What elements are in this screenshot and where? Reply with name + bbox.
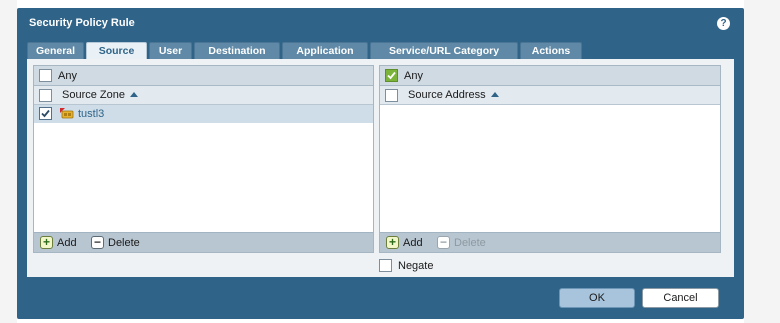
page-background-left <box>0 0 17 323</box>
tab-user[interactable]: User <box>149 42 192 59</box>
source-zone-value: tustl3 <box>78 108 105 120</box>
add-label: Add <box>403 237 423 249</box>
tab-actions[interactable]: Actions <box>520 42 582 59</box>
security-policy-rule-dialog: Security Policy Rule ? General Source Us… <box>17 8 744 319</box>
source-zone-header-row: Source Zone <box>34 86 373 105</box>
add-label: Add <box>57 237 77 249</box>
source-address-column-header[interactable]: Source Address <box>408 89 499 101</box>
tab-general[interactable]: General <box>27 42 84 59</box>
source-zone-any-row: Any <box>34 66 373 86</box>
delete-icon: − <box>91 236 104 249</box>
table-row[interactable]: tustl3 <box>34 105 373 123</box>
source-zone-panel: Any Source Zone tustl3 + Add − Delete <box>33 65 374 253</box>
delete-icon: − <box>437 236 450 249</box>
sort-ascending-icon <box>490 92 499 97</box>
sort-ascending-icon <box>129 92 138 97</box>
tab-content-source: Any Source Zone tustl3 + Add − Delete An… <box>27 59 734 277</box>
checkmark-icon <box>387 71 396 80</box>
source-zone-column-header[interactable]: Source Zone <box>62 89 138 101</box>
source-address-any-row: Any <box>380 66 720 86</box>
source-zone-toolbar: + Add − Delete <box>34 232 373 252</box>
delete-label: Delete <box>454 237 486 249</box>
source-zone-any-checkbox[interactable] <box>39 69 52 82</box>
dialog-title: Security Policy Rule <box>29 17 135 29</box>
delete-label: Delete <box>108 237 140 249</box>
page-background-right <box>744 0 780 323</box>
source-address-column-header-text: Source Address <box>408 89 486 101</box>
negate-label: Negate <box>398 260 434 272</box>
zone-icon <box>60 108 74 119</box>
tab-source[interactable]: Source <box>86 42 147 60</box>
source-address-select-all-checkbox[interactable] <box>385 89 398 102</box>
tab-destination[interactable]: Destination <box>194 42 280 59</box>
source-address-any-label: Any <box>404 70 423 82</box>
source-zone-column-header-text: Source Zone <box>62 89 125 101</box>
add-icon: + <box>40 236 53 249</box>
tab-application[interactable]: Application <box>282 42 368 59</box>
tab-service-url-category[interactable]: Service/URL Category <box>370 42 518 59</box>
cancel-button[interactable]: Cancel <box>642 288 719 308</box>
row-checkbox[interactable] <box>39 107 52 120</box>
source-zone-select-all-checkbox[interactable] <box>39 89 52 102</box>
source-address-header-row: Source Address <box>380 86 720 105</box>
ok-button[interactable]: OK <box>559 288 635 308</box>
source-address-any-checkbox[interactable] <box>385 69 398 82</box>
help-icon[interactable]: ? <box>717 17 730 30</box>
source-address-toolbar: + Add − Delete <box>380 232 720 252</box>
negate-checkbox[interactable] <box>379 259 392 272</box>
checkmark-icon <box>41 109 50 118</box>
source-zone-any-label: Any <box>58 70 77 82</box>
add-icon: + <box>386 236 399 249</box>
source-address-panel: Any Source Address + Add − Delete <box>379 65 721 253</box>
